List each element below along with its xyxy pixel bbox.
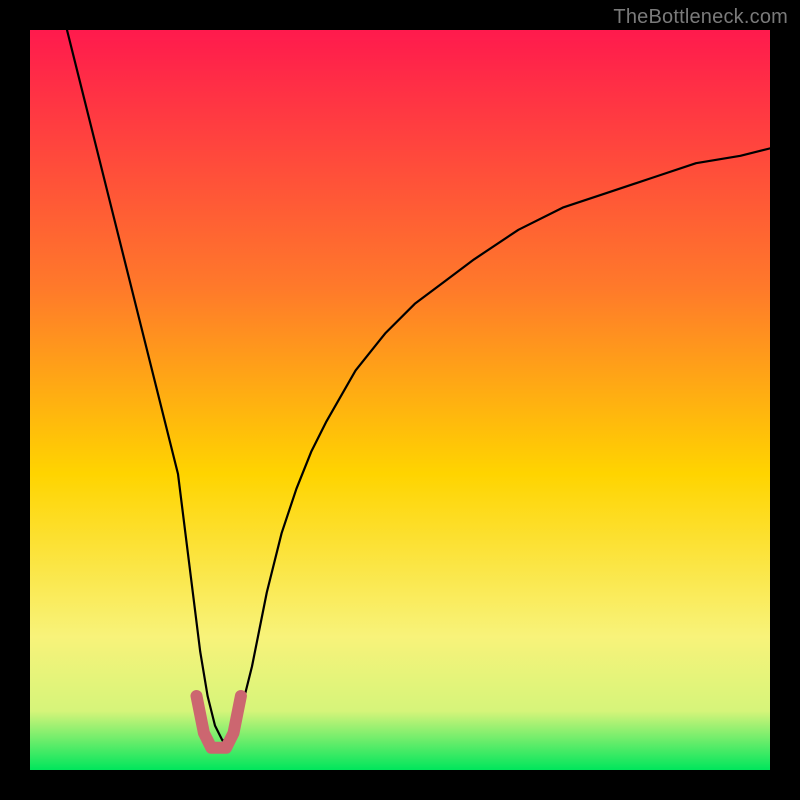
- plot-area: [30, 30, 770, 770]
- chart-frame: TheBottleneck.com: [0, 0, 800, 800]
- gradient-background: [30, 30, 770, 770]
- plot-svg: [30, 30, 770, 770]
- watermark-text: TheBottleneck.com: [613, 6, 788, 29]
